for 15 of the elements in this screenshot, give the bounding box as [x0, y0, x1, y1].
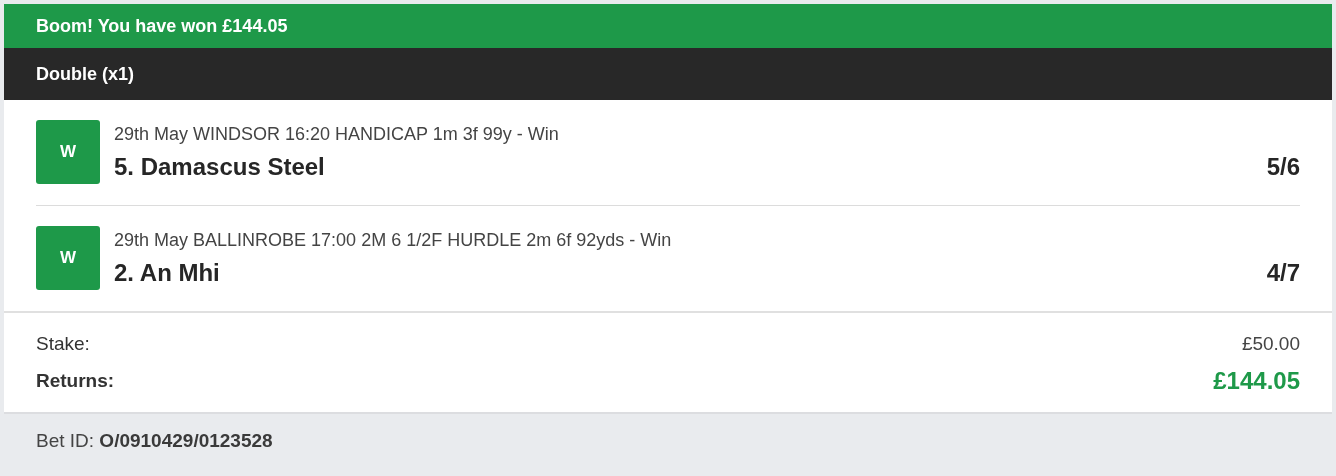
win-banner: Boom! You have won £144.05 — [4, 4, 1332, 48]
bet-id: Bet ID: O/0910429/0123528 — [36, 430, 273, 451]
result-badge: W — [36, 226, 100, 290]
summary-label: Returns: — [36, 370, 115, 392]
summary-label: Stake: — [36, 333, 90, 355]
odds: 5/6 — [1266, 152, 1300, 181]
summary-value: £50.00 — [1241, 333, 1300, 355]
runner-name: 5. Damascus Steel — [114, 152, 325, 181]
bet-type-bar: Double (x1) — [4, 48, 1332, 100]
event-description: 29th May BALLINROBE 17:00 2M 6 1/2F HURDLE 2m 6f 92yds - Win — [114, 229, 672, 251]
runner-name: 2. An Mhi — [114, 258, 220, 287]
summary-value: £144.05 — [1213, 367, 1300, 395]
result-badge: W — [36, 120, 100, 184]
odds: 4/7 — [1266, 258, 1300, 287]
event-description: 29th May WINDSOR 16:20 HANDICAP 1m 3f 99y - Win — [114, 123, 559, 145]
